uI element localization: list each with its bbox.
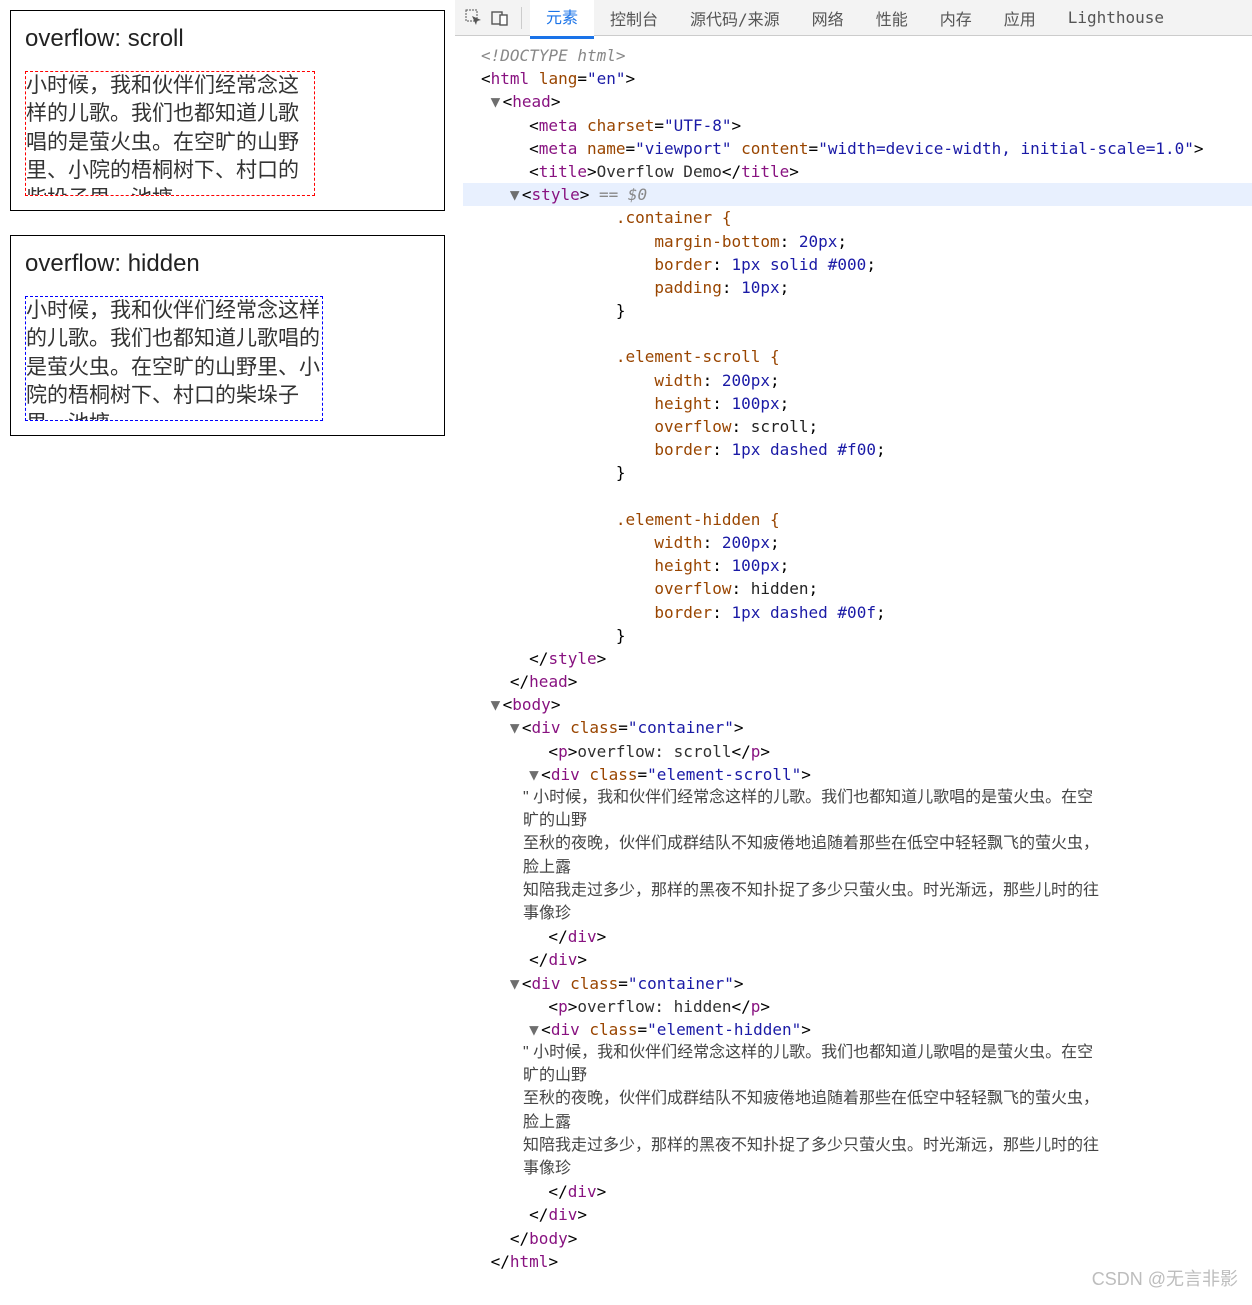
tab-performance[interactable]: 性能 xyxy=(860,0,924,38)
devtools-panel: 元素 控制台 源代码/来源 网络 性能 内存 应用 Lighthouse <!D… xyxy=(455,0,1252,1305)
element-hidden-box: 小时候，我和伙伴们经常念这样的儿歌。我们也都知道儿歌唱的是萤火虫。在空旷的山野里… xyxy=(25,296,323,421)
device-toggle-icon[interactable] xyxy=(487,5,513,31)
watermark: CSDN @无言非影 xyxy=(1092,1265,1238,1291)
label-scroll: overflow: scroll xyxy=(25,25,430,53)
tab-memory[interactable]: 内存 xyxy=(924,0,988,38)
label-hidden: overflow: hidden xyxy=(25,250,430,278)
container-hidden: overflow: hidden 小时候，我和伙伴们经常念这样的儿歌。我们也都知… xyxy=(10,235,445,436)
tab-network[interactable]: 网络 xyxy=(796,0,860,38)
tab-elements[interactable]: 元素 xyxy=(530,0,594,39)
divider xyxy=(521,7,522,29)
tab-application[interactable]: 应用 xyxy=(988,0,1052,38)
head-open[interactable]: head xyxy=(512,92,551,111)
tab-lighthouse[interactable]: Lighthouse xyxy=(1052,0,1180,35)
html-open[interactable]: html xyxy=(491,69,530,88)
text-node-2: " 小时候，我和伙伴们经常念这样的儿歌。我们也都知道儿歌唱的是萤火虫。在空旷的山… xyxy=(463,1041,1103,1180)
page-preview: overflow: scroll 小时候，我和伙伴们经常念这样的儿歌。我们也都知… xyxy=(0,0,455,1305)
doctype-node[interactable]: <!DOCTYPE html> xyxy=(481,46,626,65)
dom-tree[interactable]: <!DOCTYPE html> <html lang="en"> ▼<head>… xyxy=(455,36,1252,1305)
tab-sources[interactable]: 源代码/来源 xyxy=(674,0,796,38)
inspect-icon[interactable] xyxy=(461,5,487,31)
element-scroll-box[interactable]: 小时候，我和伙伴们经常念这样的儿歌。我们也都知道儿歌唱的是萤火虫。在空旷的山野里… xyxy=(25,71,315,196)
devtools-tabbar: 元素 控制台 源代码/来源 网络 性能 内存 应用 Lighthouse xyxy=(455,0,1252,36)
body-open[interactable]: body xyxy=(512,695,551,714)
text-node-1: " 小时候，我和伙伴们经常念这样的儿歌。我们也都知道儿歌唱的是萤火虫。在空旷的山… xyxy=(463,786,1103,925)
tab-console[interactable]: 控制台 xyxy=(594,0,674,38)
container-scroll: overflow: scroll 小时候，我和伙伴们经常念这样的儿歌。我们也都知… xyxy=(10,10,445,211)
selected-node[interactable]: ⋯ ▼<style> == $0 xyxy=(463,183,1252,206)
